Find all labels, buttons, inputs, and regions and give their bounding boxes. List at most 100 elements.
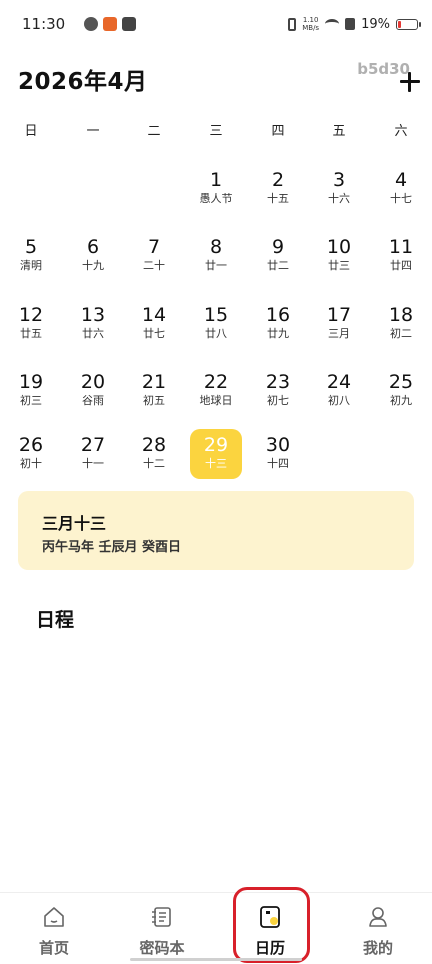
day-number: 22 (203, 371, 229, 393)
day-number: 14 (141, 304, 167, 326)
lunar-label: 愚人节 (199, 192, 233, 205)
calendar-day[interactable]: 6 十九 (67, 231, 119, 281)
lunar-label: 廿五 (20, 327, 42, 340)
lunar-label: 二十 (143, 259, 165, 272)
calendar-day[interactable]: 24 初八 (313, 366, 365, 416)
lunar-label: 廿九 (267, 327, 289, 340)
lunar-label: 十三 (205, 457, 227, 470)
nav-profile-label: 我的 (362, 939, 393, 957)
day-number: 4 (394, 169, 408, 191)
calendar-day[interactable]: 9 廿二 (252, 231, 304, 281)
day-number: 5 (24, 236, 38, 258)
day-number: 23 (265, 371, 291, 393)
home-icon (44, 907, 64, 927)
nav-profile[interactable]: 我的 (328, 893, 428, 964)
status-bar: 11:30 1.10 MB/s 19% (0, 0, 432, 50)
day-number: 17 (326, 304, 352, 326)
selected-date-card: 三月十三 丙午马年 壬辰月 癸酉日 (18, 491, 414, 570)
lunar-label: 三月 (328, 327, 350, 340)
lunar-label: 初五 (143, 394, 165, 407)
app-notification-icon (103, 17, 117, 31)
day-number: 18 (388, 304, 414, 326)
day-number: 30 (265, 434, 291, 456)
battery-percent: 19% (361, 16, 390, 32)
lunar-label: 十六 (328, 192, 350, 205)
calendar-day[interactable]: 10 廿三 (313, 231, 365, 281)
battery-icon (396, 18, 421, 30)
lunar-label: 谷雨 (82, 394, 104, 407)
lunar-label: 初二 (390, 327, 412, 340)
calendar-day[interactable]: 27 十一 (67, 429, 119, 479)
profile-icon (369, 907, 387, 927)
day-number: 15 (203, 304, 229, 326)
calendar-day[interactable]: 7 二十 (128, 231, 180, 281)
day-number: 12 (18, 304, 44, 326)
calendar-day[interactable]: 18 初二 (375, 299, 427, 349)
calendar-day[interactable]: 16 廿九 (252, 299, 304, 349)
day-number: 11 (388, 236, 414, 258)
vibrate-icon (288, 17, 297, 31)
day-number: 28 (141, 434, 167, 456)
day-number: 3 (332, 169, 346, 191)
calendar-day[interactable]: 5 清明 (5, 231, 57, 281)
sim-off-icon (345, 18, 356, 30)
lunar-label: 十九 (82, 259, 104, 272)
app-notification-icon (84, 17, 98, 31)
calendar-day[interactable]: 28 十二 (128, 429, 180, 479)
calendar-day[interactable]: 8 廿一 (190, 231, 242, 281)
calendar-day[interactable]: 17 三月 (313, 299, 365, 349)
day-number: 29 (203, 434, 229, 456)
day-number: 10 (326, 236, 352, 258)
calendar-day[interactable]: 25 初九 (375, 366, 427, 416)
home-indicator (130, 958, 302, 961)
day-number: 25 (388, 371, 414, 393)
network-speed: 1.10 MB/s (302, 16, 320, 32)
calendar-day[interactable]: 20 谷雨 (67, 366, 119, 416)
calendar-day[interactable]: 22 地球日 (190, 366, 242, 416)
day-number: 20 (80, 371, 106, 393)
calendar-day[interactable]: 19 初三 (5, 366, 57, 416)
calendar-day[interactable]: 15 廿八 (190, 299, 242, 349)
calendar-day[interactable]: 12 廿五 (5, 299, 57, 349)
wifi-icon (325, 19, 340, 29)
ganzhi-date: 丙午马年 壬辰月 癸酉日 (42, 540, 182, 555)
calendar-day[interactable]: 14 廿七 (128, 299, 180, 349)
calendar-day[interactable]: 4 十七 (375, 164, 427, 214)
lunar-label: 廿七 (143, 327, 165, 340)
notebook-icon (152, 907, 171, 927)
calendar-day[interactable]: 2 十五 (252, 164, 304, 214)
day-number: 1 (209, 169, 223, 191)
calendar-day[interactable]: 1 愚人节 (190, 164, 242, 214)
weekday-label: 二 (147, 124, 161, 139)
lunar-label: 初八 (328, 394, 350, 407)
calendar-day[interactable]: 3 十六 (313, 164, 365, 214)
day-number: 26 (18, 434, 44, 456)
weekday-header: 日一二三四五六 (0, 120, 432, 140)
calendar-day[interactable]: 26 初十 (5, 429, 57, 479)
status-time: 11:30 (22, 15, 66, 33)
day-number: 16 (265, 304, 291, 326)
nav-home-label: 首页 (38, 939, 69, 957)
calendar-day[interactable]: 21 初五 (128, 366, 180, 416)
calendar-day[interactable]: 11 廿四 (375, 231, 427, 281)
lunar-label: 初九 (390, 394, 412, 407)
lunar-label: 廿六 (82, 327, 104, 340)
app-notification-icon (122, 17, 136, 31)
day-number: 8 (209, 236, 223, 258)
lunar-label: 廿一 (205, 259, 227, 272)
lunar-label: 地球日 (199, 394, 233, 407)
day-number: 24 (326, 371, 352, 393)
nav-notebook[interactable]: 密码本 (112, 893, 212, 964)
calendar-day[interactable]: 13 廿六 (67, 299, 119, 349)
weekday-label: 五 (332, 124, 346, 139)
lunar-label: 初十 (20, 457, 42, 470)
calendar-day-selected[interactable]: 29 十三 (190, 429, 242, 479)
calendar-day[interactable]: 23 初七 (252, 366, 304, 416)
lunar-label: 廿八 (205, 327, 227, 340)
nav-home[interactable]: 首页 (4, 893, 104, 964)
calendar-day[interactable]: 30 十四 (252, 429, 304, 479)
lunar-label: 初三 (20, 394, 42, 407)
plus-icon[interactable] (398, 70, 422, 94)
month-title[interactable]: 2026年4月 (18, 62, 148, 96)
lunar-label: 清明 (20, 259, 42, 272)
